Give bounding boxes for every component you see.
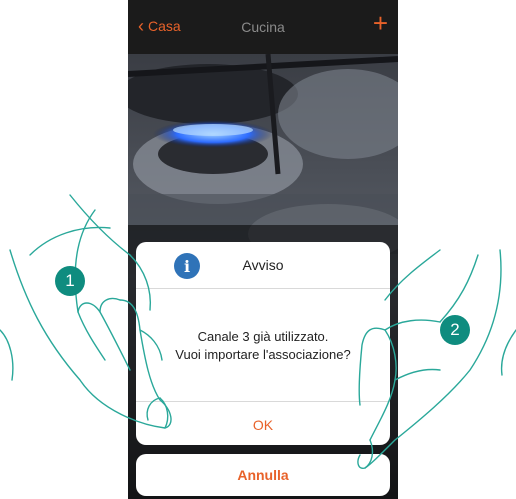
dialog-message: Canale 3 già utilizzato. Vuoi importare … bbox=[136, 289, 390, 402]
ok-button[interactable]: OK bbox=[136, 402, 390, 445]
plus-icon[interactable]: + bbox=[373, 10, 388, 36]
step-badge-1: 1 bbox=[55, 266, 85, 296]
info-icon: i bbox=[174, 253, 200, 279]
dialog-message-line-2: Vuoi importare l'associazione? bbox=[175, 347, 351, 362]
navbar: ‹ Casa Cucina + bbox=[128, 0, 398, 54]
phone-screen: ‹ Casa Cucina + Avviso Canale 3 già util… bbox=[128, 0, 398, 499]
step-badge-2: 2 bbox=[440, 315, 470, 345]
dialog-title: Avviso bbox=[242, 257, 284, 273]
cancel-button[interactable]: Annulla bbox=[136, 454, 390, 496]
alert-dialog: Avviso Canale 3 già utilizzato. Vuoi imp… bbox=[136, 242, 390, 445]
page-title: Cucina bbox=[241, 19, 285, 35]
dialog-message-line-1: Canale 3 già utilizzato. bbox=[197, 329, 329, 344]
